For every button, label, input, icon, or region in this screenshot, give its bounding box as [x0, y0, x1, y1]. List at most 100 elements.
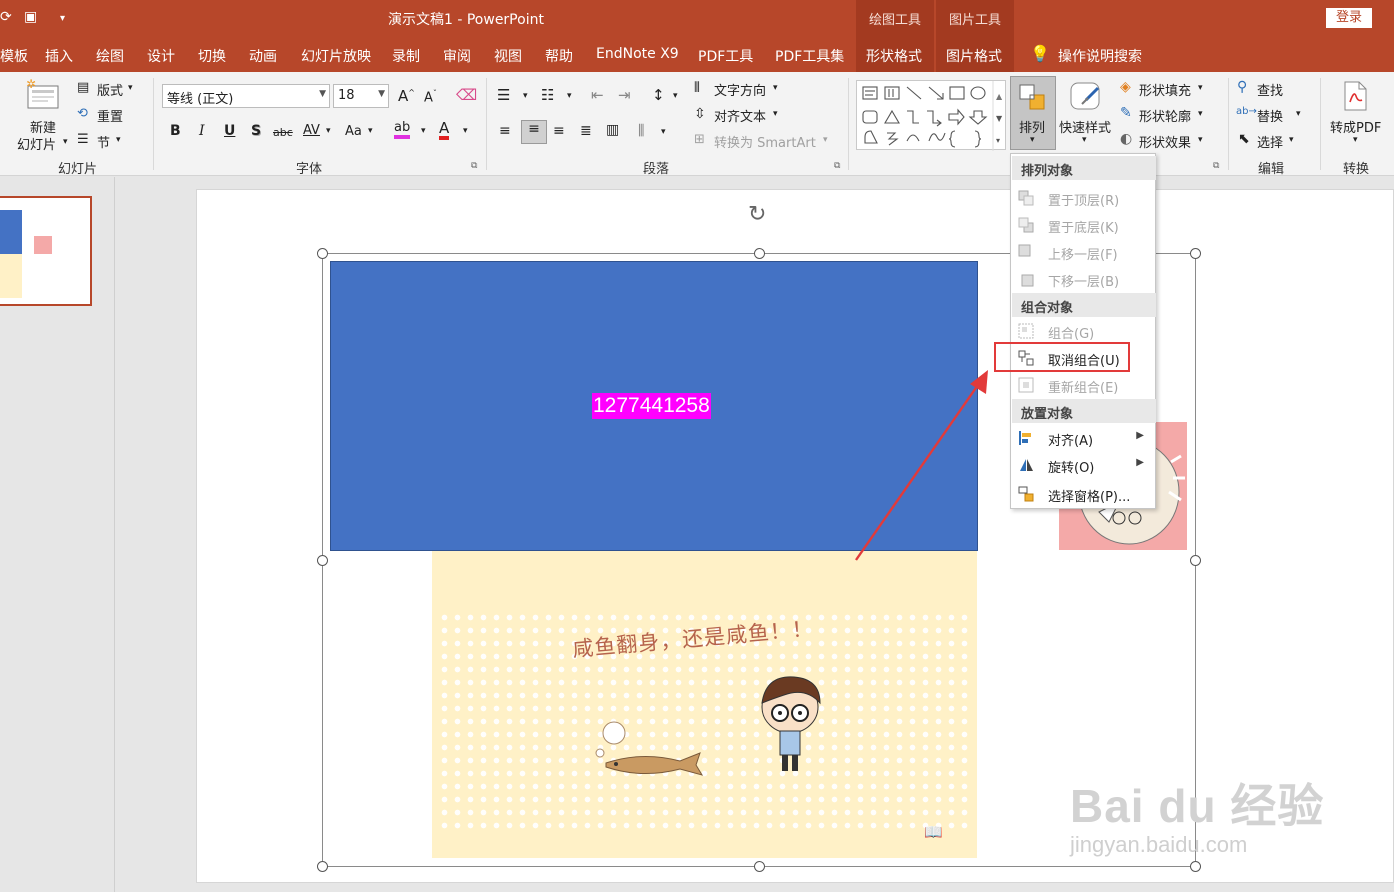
- resize-handle-left[interactable]: [317, 555, 328, 566]
- tab-review[interactable]: 审阅: [443, 46, 471, 66]
- chevron-down-icon[interactable]: ▾: [673, 91, 678, 101]
- strikethrough-button[interactable]: abc: [273, 126, 293, 139]
- chevron-down-icon[interactable]: ▾: [1289, 135, 1294, 145]
- chevron-down-icon[interactable]: ▼: [378, 89, 385, 99]
- tab-template[interactable]: 模板: [0, 46, 28, 66]
- menu-item-rotate[interactable]: 旋转(O) ▶: [1012, 452, 1156, 478]
- chevron-down-icon[interactable]: ▾: [661, 127, 666, 137]
- columns-icon[interactable]: ⫼: [638, 123, 644, 139]
- new-slide-dropdown-icon[interactable]: ▾: [63, 137, 68, 147]
- decrease-font-icon[interactable]: Aˇ: [424, 89, 437, 105]
- resize-handle-top-right[interactable]: [1190, 248, 1201, 259]
- tab-view[interactable]: 视图: [494, 46, 522, 66]
- resize-handle-bottom-right[interactable]: [1190, 861, 1201, 872]
- chevron-down-icon[interactable]: ▾: [368, 126, 373, 136]
- change-case-button[interactable]: Aa: [345, 124, 362, 139]
- section-button[interactable]: 节: [97, 132, 110, 151]
- chevron-down-icon[interactable]: ▾: [326, 126, 331, 136]
- chevron-down-icon[interactable]: ▾: [1198, 135, 1203, 145]
- increase-font-icon[interactable]: A^: [398, 87, 415, 105]
- resize-handle-bottom[interactable]: [754, 861, 765, 872]
- tab-help[interactable]: 帮助: [545, 46, 573, 66]
- layout-dropdown-icon[interactable]: ▾: [128, 83, 133, 93]
- tab-slideshow[interactable]: 幻灯片放映: [301, 46, 371, 66]
- shape-fill-button[interactable]: 形状填充: [1139, 80, 1191, 99]
- chevron-down-icon[interactable]: ▼: [319, 89, 326, 99]
- align-left-icon[interactable]: ≡: [499, 123, 511, 139]
- quick-styles-button[interactable]: 快速样式: [1059, 117, 1111, 136]
- quick-styles-icon[interactable]: [1068, 80, 1104, 114]
- convert-smartart-button[interactable]: 转换为 SmartArt: [714, 132, 816, 151]
- chevron-down-icon[interactable]: ▾: [1198, 83, 1203, 93]
- line-spacing-icon[interactable]: ↕: [652, 86, 665, 104]
- bold-button[interactable]: B: [170, 123, 181, 139]
- dialog-launcher-icon[interactable]: ⧉: [1213, 161, 1219, 171]
- menu-item-align[interactable]: 对齐(A) ▶: [1012, 425, 1156, 451]
- shape-outline-button[interactable]: 形状轮廓: [1139, 106, 1191, 125]
- font-name-combo[interactable]: 等线 (正文) ▼: [162, 84, 330, 108]
- shadow-button[interactable]: S: [251, 123, 261, 139]
- tab-draw[interactable]: 绘图: [96, 46, 124, 66]
- dialog-launcher-icon[interactable]: ⧉: [834, 161, 840, 171]
- underline-button[interactable]: U: [224, 123, 235, 139]
- login-button[interactable]: 登录: [1326, 8, 1372, 28]
- chevron-down-icon[interactable]: ▾: [773, 83, 778, 93]
- distributed-icon[interactable]: ▥: [606, 122, 619, 138]
- chevron-down-icon[interactable]: ▾: [773, 109, 778, 119]
- tell-me-search[interactable]: 操作说明搜索: [1058, 46, 1142, 66]
- autosave-icon[interactable]: ⟳: [0, 9, 12, 25]
- menu-item-group[interactable]: 组合(G): [1012, 318, 1156, 344]
- shape-gallery-icons[interactable]: ▲ ▼ ▾: [857, 81, 1007, 151]
- char-spacing-button[interactable]: AV: [303, 123, 320, 138]
- tab-transitions[interactable]: 切换: [198, 46, 226, 66]
- menu-item-regroup[interactable]: 重新组合(E): [1012, 372, 1156, 398]
- clear-formatting-icon[interactable]: ⌫: [456, 86, 477, 104]
- tab-pdf-tools[interactable]: PDF工具: [698, 46, 753, 66]
- resize-handle-top-left[interactable]: [317, 248, 328, 259]
- align-text-button[interactable]: 对齐文本: [714, 106, 766, 125]
- pdf-icon[interactable]: [1340, 80, 1372, 114]
- italic-button[interactable]: I: [199, 123, 205, 139]
- rotate-handle-icon[interactable]: ↻: [748, 202, 766, 227]
- find-button[interactable]: 查找: [1257, 80, 1283, 99]
- chevron-down-icon[interactable]: ▾: [823, 135, 828, 145]
- tab-endnote[interactable]: EndNote X9: [596, 46, 679, 62]
- customize-qat-icon[interactable]: ▾: [60, 13, 65, 24]
- replace-button[interactable]: 替换: [1257, 106, 1283, 125]
- decrease-indent-icon[interactable]: ⇤: [591, 86, 604, 104]
- tab-record[interactable]: 录制: [392, 46, 420, 66]
- shape-effects-button[interactable]: 形状效果: [1139, 132, 1191, 151]
- highlight-color-icon[interactable]: ab: [394, 121, 411, 139]
- shape-gallery[interactable]: ▲ ▼ ▾: [856, 80, 1007, 151]
- menu-item-send-backward[interactable]: 下移一层(B): [1012, 266, 1156, 292]
- chevron-down-icon[interactable]: ▾: [567, 91, 572, 101]
- menu-item-send-to-back[interactable]: 置于底层(K): [1012, 212, 1156, 238]
- tab-pdf-toolset[interactable]: PDF工具集: [775, 46, 844, 66]
- select-button[interactable]: 选择: [1257, 132, 1283, 151]
- chevron-down-icon[interactable]: ▾: [1198, 109, 1203, 119]
- menu-item-selection-pane[interactable]: 选择窗格(P)...: [1012, 481, 1156, 507]
- dialog-launcher-icon[interactable]: ⧉: [471, 161, 477, 171]
- text-direction-button[interactable]: 文字方向: [714, 80, 766, 99]
- convert-pdf-button[interactable]: 转成PDF: [1330, 117, 1381, 136]
- align-center-icon[interactable]: ≡: [521, 120, 547, 144]
- reset-button[interactable]: 重置: [97, 106, 123, 125]
- resize-handle-right[interactable]: [1190, 555, 1201, 566]
- chevron-down-icon[interactable]: ▾: [421, 126, 426, 136]
- section-dropdown-icon[interactable]: ▾: [116, 135, 121, 145]
- justify-icon[interactable]: ≣: [580, 123, 592, 139]
- chevron-down-icon[interactable]: ▾: [463, 126, 468, 136]
- tab-animations[interactable]: 动画: [249, 46, 277, 66]
- chevron-down-icon[interactable]: ▾: [523, 91, 528, 101]
- bullets-icon[interactable]: ☰: [497, 86, 510, 104]
- chevron-down-icon[interactable]: ▾: [1082, 135, 1087, 145]
- tab-design[interactable]: 设计: [147, 46, 175, 66]
- align-right-icon[interactable]: ≡: [553, 123, 565, 139]
- arrange-button[interactable]: 排列 ▾: [1010, 76, 1056, 150]
- chevron-down-icon[interactable]: ▾: [1353, 135, 1358, 145]
- resize-handle-bottom-left[interactable]: [317, 861, 328, 872]
- resize-handle-top[interactable]: [754, 248, 765, 259]
- layout-button[interactable]: 版式: [97, 80, 123, 99]
- chevron-down-icon[interactable]: ▾: [1296, 109, 1301, 119]
- new-slide-label-2[interactable]: 幻灯片: [17, 134, 56, 153]
